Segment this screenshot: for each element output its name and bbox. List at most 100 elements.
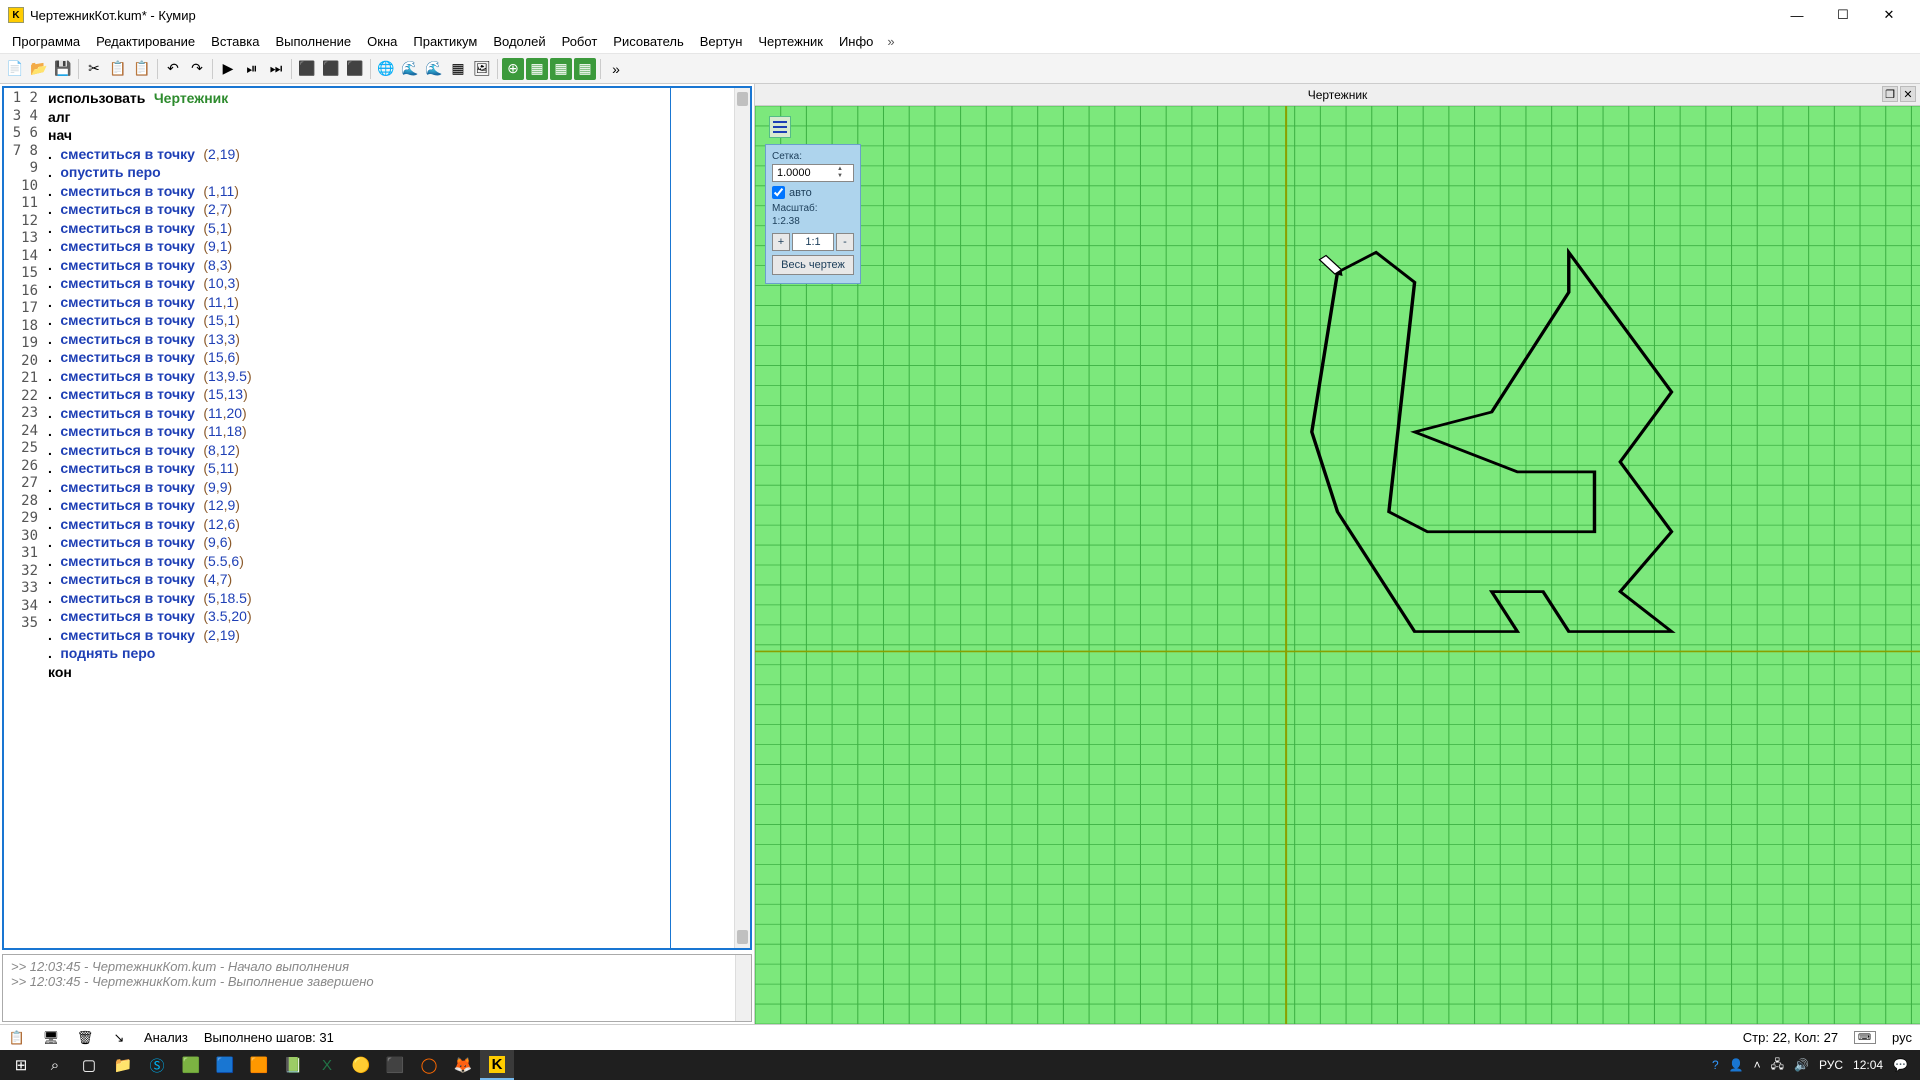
canvas-close-button[interactable]: ✕ — [1900, 86, 1916, 102]
maximize-button[interactable]: ☐ — [1820, 0, 1866, 30]
fit-all-button[interactable]: Весь чертеж — [772, 255, 854, 275]
menu-Чертежник[interactable]: Чертежник — [750, 32, 831, 51]
tray-help-icon[interactable]: ? — [1712, 1058, 1719, 1072]
grid-auto-input[interactable] — [772, 186, 785, 199]
scroll-thumb-top[interactable] — [737, 92, 748, 106]
tray-chevron-icon[interactable]: ˄ — [1754, 1058, 1761, 1072]
toolbar-button-25[interactable]: ⊕ — [502, 58, 524, 80]
console-line: >> 12:03:45 - ЧертежникКот.kum - Выполне… — [11, 974, 743, 989]
toolbar-button-27[interactable]: ▦ — [550, 58, 572, 80]
menu-Инфо[interactable]: Инфо — [831, 32, 881, 51]
grid-auto-checkbox[interactable]: авто — [772, 186, 854, 199]
menu-Робот[interactable]: Робот — [554, 32, 606, 51]
scroll-thumb-bottom[interactable] — [737, 930, 748, 944]
canvas-menu-button[interactable] — [769, 116, 791, 138]
toolbar-button-4[interactable]: ✂ — [83, 58, 105, 80]
kumir-taskbar-icon[interactable]: K — [480, 1050, 514, 1080]
status-cursor: Стр: 22, Кол: 27 — [1743, 1030, 1838, 1045]
toolbar-button-6[interactable]: 📋 — [131, 58, 153, 80]
zoom-in-button[interactable]: + — [772, 233, 790, 251]
toolbar-button-15[interactable]: ⬛ — [296, 58, 318, 80]
code-editor[interactable]: 1 2 3 4 5 6 7 8 9 10 11 12 13 14 15 16 1… — [2, 86, 752, 950]
output-console[interactable]: >> 12:03:45 - ЧертежникКот.kum - Начало … — [2, 954, 752, 1022]
firefox-icon[interactable]: 🦊 — [446, 1050, 480, 1080]
toolbar-button-17[interactable]: ⬛ — [344, 58, 366, 80]
menu-Окна[interactable]: Окна — [359, 32, 405, 51]
toolbar-separator — [212, 59, 213, 79]
tray-notifications-icon[interactable]: 💬 — [1893, 1058, 1908, 1072]
menubar: ПрограммаРедактированиеВставкаВыполнение… — [0, 30, 1920, 54]
toolbar-button-0[interactable]: 📄 — [4, 58, 26, 80]
app-icon-4[interactable]: 📗 — [276, 1050, 310, 1080]
close-button[interactable]: ✕ — [1866, 0, 1912, 30]
canvas-window-controls: ❐ ✕ — [1882, 86, 1916, 102]
status-icon-1[interactable]: 📋 — [8, 1029, 26, 1047]
editor-scrollbar[interactable] — [734, 88, 750, 948]
menu-Программа[interactable]: Программа — [4, 32, 88, 51]
status-icon-2[interactable]: 🖥 — [42, 1029, 60, 1047]
status-icon-3[interactable]: 🗑 — [76, 1029, 94, 1047]
toolbar-button-20[interactable]: 🌊 — [399, 58, 421, 80]
start-button[interactable]: ⊞ — [4, 1050, 38, 1080]
toolbar-button-9[interactable]: ↷ — [186, 58, 208, 80]
toolbar-button-16[interactable]: ⬛ — [320, 58, 342, 80]
keyboard-icon[interactable]: ⌨ — [1854, 1031, 1876, 1044]
tray-clock[interactable]: 12:04 — [1853, 1058, 1883, 1072]
app-icon-1[interactable]: 🟩 — [174, 1050, 208, 1080]
grid-step-value[interactable] — [773, 167, 833, 179]
console-scrollbar[interactable] — [735, 955, 751, 1021]
toolbar-button-5[interactable]: 📋 — [107, 58, 129, 80]
app-icon-5[interactable]: ⬛ — [378, 1050, 412, 1080]
menu-Водолей[interactable]: Водолей — [485, 32, 553, 51]
menu-overflow[interactable]: » — [881, 32, 900, 51]
window-controls: — ☐ ✕ — [1774, 0, 1912, 30]
toolbar-button-26[interactable]: ▦ — [526, 58, 548, 80]
app-icon-3[interactable]: 🟧 — [242, 1050, 276, 1080]
tray-network-icon[interactable]: 🖧 — [1771, 1055, 1784, 1076]
tray-people-icon[interactable]: 👤 — [1729, 1058, 1744, 1072]
toolbar-button-8[interactable]: ↶ — [162, 58, 184, 80]
tray-lang[interactable]: РУС — [1819, 1058, 1843, 1072]
toolbar-button-22[interactable]: ▦ — [447, 58, 469, 80]
chrome-icon[interactable]: 🟡 — [344, 1050, 378, 1080]
toolbar-button-23[interactable]: 🖼 — [471, 58, 493, 80]
status-icon-4[interactable]: ↘ — [110, 1029, 128, 1047]
canvas-detach-button[interactable]: ❐ — [1882, 86, 1898, 102]
zoom-reset-button[interactable]: 1:1 — [792, 233, 834, 251]
toolbar-button-21[interactable]: 🌊 — [423, 58, 445, 80]
canvas-titlebar: Чертежник ❐ ✕ — [755, 84, 1920, 106]
minimize-button[interactable]: — — [1774, 0, 1820, 30]
toolbar-button-30[interactable]: » — [605, 58, 627, 80]
toolbar-button-19[interactable]: 🌐 — [375, 58, 397, 80]
toolbar-button-12[interactable]: ⏯ — [241, 58, 263, 80]
menu-Вставка[interactable]: Вставка — [203, 32, 267, 51]
explorer-icon[interactable]: 📁 — [106, 1050, 140, 1080]
canvas-title-label: Чертежник — [1308, 88, 1368, 102]
zoom-out-button[interactable]: - — [836, 233, 854, 251]
toolbar-button-28[interactable]: ▦ — [574, 58, 596, 80]
toolbar-button-1[interactable]: 📂 — [28, 58, 50, 80]
toolbar-button-11[interactable]: ▶ — [217, 58, 239, 80]
toolbar-separator — [497, 59, 498, 79]
grid-step-input[interactable]: ▲▼ — [772, 164, 854, 182]
canvas-svg — [755, 106, 1920, 1024]
drawing-canvas[interactable]: Сетка: ▲▼ авто Масштаб: 1:2.38 + 1:1 - В… — [755, 106, 1920, 1024]
scale-value: 1:2.38 — [772, 216, 854, 227]
code-content[interactable]: использовать Чертежник алг нач . сместит… — [44, 88, 734, 948]
search-icon[interactable]: ⌕ — [38, 1050, 72, 1080]
skype-icon[interactable]: Ⓢ — [140, 1050, 174, 1080]
app-icon-6[interactable]: ◯ — [412, 1050, 446, 1080]
tray-volume-icon[interactable]: 🔊 — [1794, 1058, 1809, 1072]
menu-Практикум[interactable]: Практикум — [405, 32, 485, 51]
menu-Выполнение[interactable]: Выполнение — [267, 32, 359, 51]
menu-Вертун[interactable]: Вертун — [692, 32, 751, 51]
app-icon-2[interactable]: 🟦 — [208, 1050, 242, 1080]
toolbar-button-13[interactable]: ⏭ — [265, 58, 287, 80]
menu-Редактирование[interactable]: Редактирование — [88, 32, 203, 51]
windows-taskbar: ⊞ ⌕ ▢ 📁 Ⓢ 🟩 🟦 🟧 📗 X 🟡 ⬛ ◯ 🦊 K ? 👤 ˄ 🖧 🔊 … — [0, 1050, 1920, 1080]
excel-icon[interactable]: X — [310, 1050, 344, 1080]
toolbar-button-2[interactable]: 💾 — [52, 58, 74, 80]
menu-Рисователь[interactable]: Рисователь — [605, 32, 691, 51]
taskview-icon[interactable]: ▢ — [72, 1050, 106, 1080]
toolbar-separator — [78, 59, 79, 79]
